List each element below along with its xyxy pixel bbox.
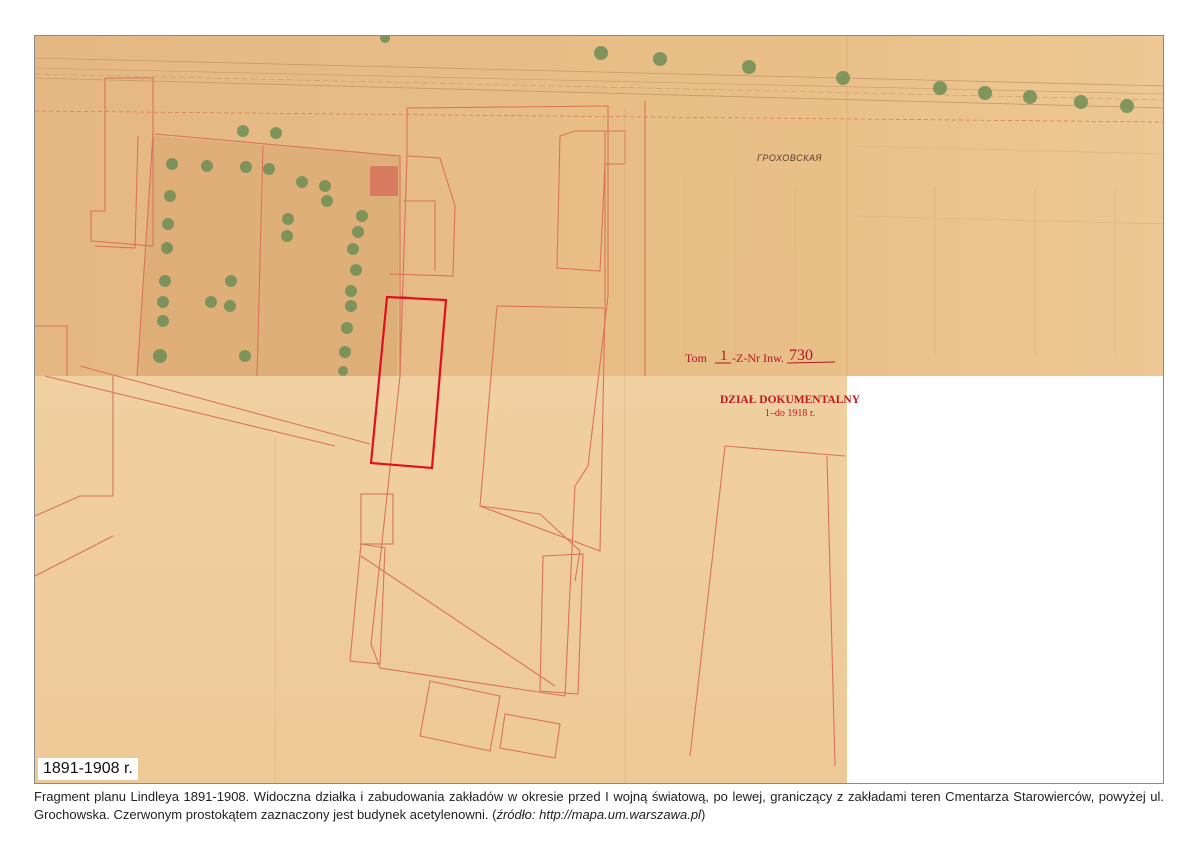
map-sheet-lower-right (847, 376, 1163, 783)
map-frame: ГРОХОВСКАЯ Tom 1 -Z-Nr Inw. 730 DZIAŁ DO… (34, 35, 1164, 784)
caption: Fragment planu Lindleya 1891-1908. Widoc… (34, 788, 1164, 824)
tom-label: Tom (685, 351, 707, 365)
plan-marker (370, 166, 398, 196)
date-label: 1891-1908 r. (38, 758, 138, 780)
stamp-line-1: DZIAŁ DOKUMENTALNY (720, 394, 861, 406)
tom-number: 1 (720, 348, 728, 364)
caption-source-close: ) (700, 807, 706, 822)
historical-plan-map: ГРОХОВСКАЯ Tom 1 -Z-Nr Inw. 730 DZIAŁ DO… (35, 36, 1163, 783)
caption-source: źródło: http://mapa.um.warszawa.pl (496, 807, 701, 822)
znr-label: -Z-Nr Inw. (732, 351, 784, 365)
map-sheet-lower (35, 376, 847, 783)
street-label: ГРОХОВСКАЯ (757, 153, 822, 163)
stamp-line-2: 1–do 1918 r. (765, 408, 815, 419)
inventory-number: 730 (789, 347, 813, 364)
